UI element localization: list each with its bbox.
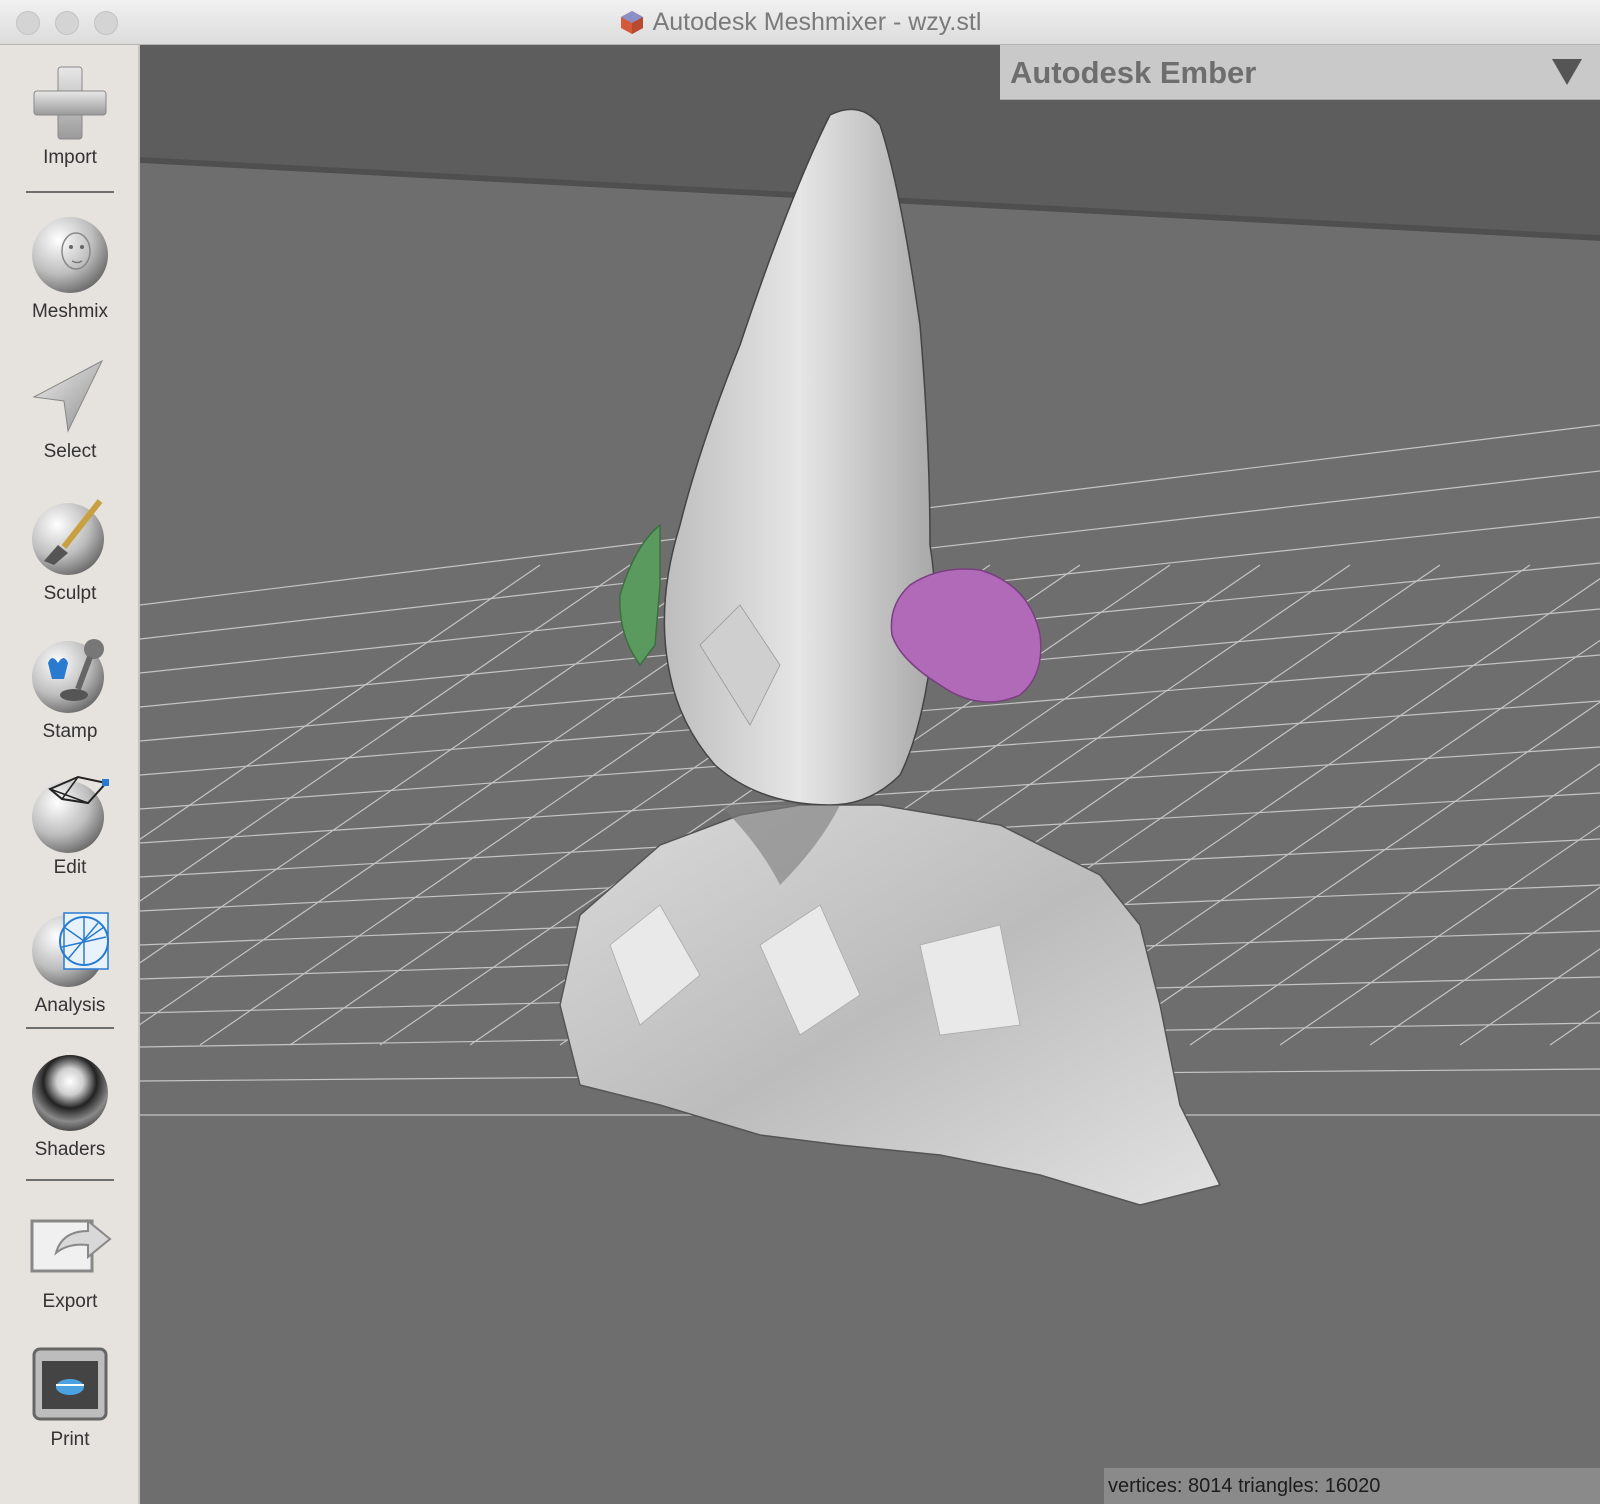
export-label: Export bbox=[42, 1291, 98, 1312]
printer-selector[interactable]: Autodesk Ember bbox=[1000, 45, 1600, 100]
shaders-button[interactable]: Shaders bbox=[0, 1051, 140, 1161]
sidebar-divider bbox=[26, 1179, 114, 1181]
stamp-button[interactable]: Stamp bbox=[0, 633, 140, 743]
export-button[interactable]: Export bbox=[0, 1203, 140, 1313]
sidebar-divider bbox=[26, 191, 114, 193]
app-window: Autodesk Meshmixer - wzy.stl Import Mesh… bbox=[0, 0, 1600, 1504]
edit-button[interactable]: Edit bbox=[0, 769, 140, 879]
stamp-label: Stamp bbox=[42, 721, 98, 742]
stamp-icon bbox=[32, 639, 104, 713]
print-button[interactable]: Print bbox=[0, 1341, 140, 1451]
meshmix-label: Meshmix bbox=[31, 301, 108, 322]
tool-sidebar: Import Meshmix Select Sculpt Stamp Edit … bbox=[0, 45, 140, 1504]
meshmix-button[interactable]: Meshmix bbox=[0, 213, 140, 323]
select-label: Select bbox=[43, 441, 97, 462]
export-arrow-icon bbox=[30, 1218, 112, 1273]
sidebar-divider bbox=[26, 1027, 114, 1029]
face-sphere-icon bbox=[32, 217, 108, 293]
chrome-sphere-icon bbox=[32, 1055, 108, 1131]
import-label: Import bbox=[43, 147, 97, 168]
meshmixer-cube-icon bbox=[620, 11, 643, 34]
select-button[interactable]: Select bbox=[0, 357, 140, 463]
sculpt-label: Sculpt bbox=[43, 583, 97, 604]
triangle-down-icon[interactable] bbox=[1552, 59, 1582, 85]
arrow-cursor-icon bbox=[32, 359, 104, 433]
mesh-stats: vertices: 8014 triangles: 16020 bbox=[1104, 1468, 1600, 1504]
wireframe-sphere-icon bbox=[32, 775, 109, 853]
printer-name: Autodesk Ember bbox=[1010, 55, 1257, 90]
mesh-analysis-icon bbox=[32, 912, 109, 987]
import-button[interactable]: Import bbox=[0, 63, 140, 169]
3d-viewport[interactable] bbox=[140, 45, 1600, 1504]
analysis-button[interactable]: Analysis bbox=[0, 907, 140, 1017]
sculpt-button[interactable]: Sculpt bbox=[0, 495, 140, 605]
analysis-label: Analysis bbox=[34, 995, 106, 1016]
shaders-label: Shaders bbox=[34, 1139, 106, 1160]
printer-icon bbox=[32, 1347, 108, 1421]
plus-icon bbox=[33, 66, 107, 140]
edit-label: Edit bbox=[53, 857, 87, 878]
brush-sphere-icon bbox=[32, 499, 104, 575]
print-label: Print bbox=[50, 1429, 90, 1450]
window-title: Autodesk Meshmixer - wzy.stl bbox=[652, 7, 982, 36]
title-bar[interactable]: Autodesk Meshmixer - wzy.stl bbox=[0, 0, 1600, 45]
scene-canvas bbox=[140, 45, 1600, 1504]
